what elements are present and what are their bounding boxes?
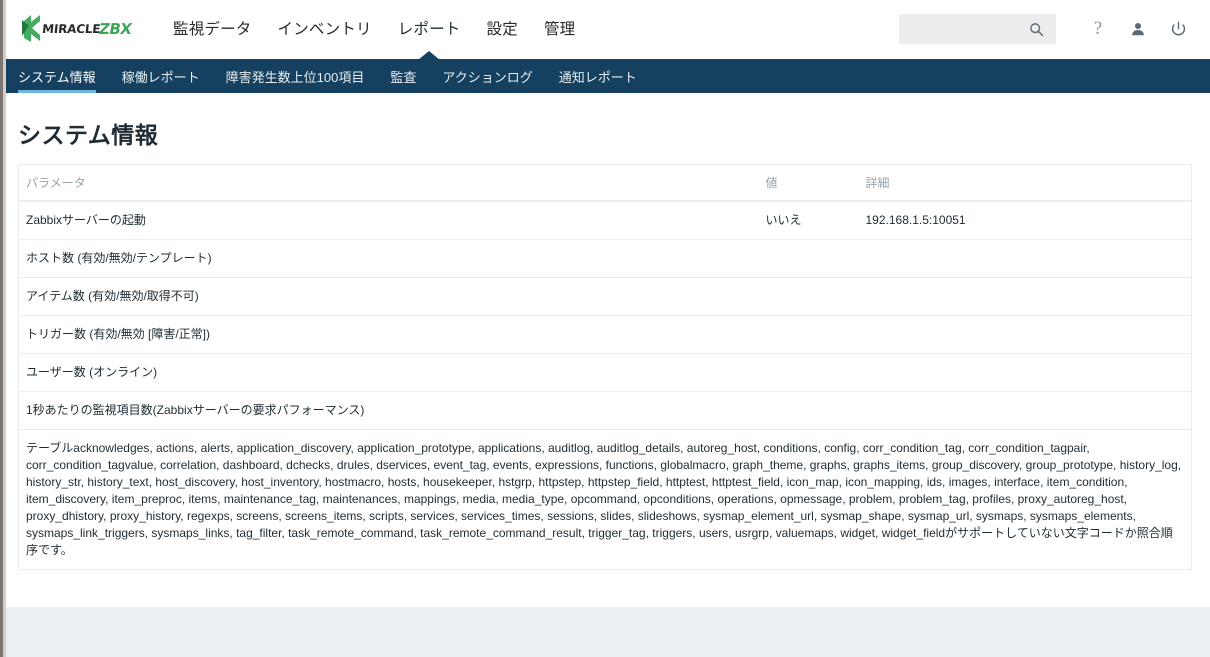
tab-label: 障害発生数上位100項目 xyxy=(226,67,365,86)
tab-notification-report[interactable]: 通知レポート xyxy=(546,59,650,93)
sub-navigation-tabs: システム情報 稼働レポート 障害発生数上位100項目 監査 アクションログ 通知… xyxy=(0,59,1210,93)
cell-detail: 192.168.1.5:10051 xyxy=(859,201,1192,240)
tab-label: アクションログ xyxy=(442,67,532,86)
table-row: 1秒あたりの監視項目数(Zabbixサーバーの要求パフォーマンス) xyxy=(19,392,1192,430)
mainnav-label: インベントリ xyxy=(278,21,372,38)
cell-parameter: ユーザー数 (オンライン) xyxy=(19,354,759,392)
logo-graphic: MIRACLE ZBX xyxy=(20,12,138,46)
cell-detail xyxy=(859,240,1192,278)
user-glyph xyxy=(1130,21,1146,37)
power-icon[interactable] xyxy=(1158,9,1198,49)
mainnav-item-inventory[interactable]: インベントリ xyxy=(265,0,385,59)
mainnav-item-configuration[interactable]: 設定 xyxy=(474,0,531,59)
column-header-parameter[interactable]: パラメータ xyxy=(19,165,759,202)
help-icon[interactable]: ? xyxy=(1078,9,1118,49)
miracle-zbx-logo[interactable]: MIRACLE ZBX xyxy=(20,12,138,46)
column-header-value[interactable]: 値 xyxy=(759,165,859,202)
user-icon[interactable] xyxy=(1118,9,1158,49)
mainnav-label: 監視データ xyxy=(173,21,252,38)
tab-system-information[interactable]: システム情報 xyxy=(18,59,109,93)
top-header-bar: MIRACLE ZBX 監視データ インベントリ レポート 設定 管理 xyxy=(0,0,1210,59)
global-search[interactable] xyxy=(899,14,1056,44)
mainnav-label: 設定 xyxy=(487,21,518,38)
tab-label: 通知レポート xyxy=(559,67,637,86)
cell-parameter: Zabbixサーバーの起動 xyxy=(19,201,759,240)
main-navigation: 監視データ インベントリ レポート 設定 管理 xyxy=(160,0,588,59)
table-row: Zabbixサーバーの起動 いいえ 192.168.1.5:10051 xyxy=(19,201,1192,240)
cell-value: いいえ xyxy=(759,201,859,240)
table-header-row: パラメータ 値 詳細 xyxy=(19,165,1192,202)
tab-label: 稼働レポート xyxy=(122,67,200,86)
cell-value xyxy=(759,354,859,392)
table-header: パラメータ 値 詳細 xyxy=(19,165,1192,202)
cell-value xyxy=(759,392,859,430)
database-encoding-error-message: テーブルacknowledges, actions, alerts, appli… xyxy=(19,430,1192,570)
cell-parameter: トリガー数 (有効/無効 [障害/正常]) xyxy=(19,316,759,354)
cell-detail xyxy=(859,354,1192,392)
mainnav-label: レポート xyxy=(398,21,461,38)
mainnav-item-reports[interactable]: レポート xyxy=(385,0,474,59)
page-bottom-background xyxy=(0,607,1210,657)
search-input[interactable] xyxy=(899,15,1023,43)
cell-parameter: 1秒あたりの監視項目数(Zabbixサーバーの要求パフォーマンス) xyxy=(19,392,759,430)
tab-audit[interactable]: 監査 xyxy=(377,59,429,93)
cell-detail xyxy=(859,316,1192,354)
tab-label: 監査 xyxy=(390,67,416,86)
main-content: システム情報 パラメータ 値 詳細 Zabbixサーバーの起動 いいえ 192.… xyxy=(0,93,1210,657)
search-glyph xyxy=(1029,22,1044,37)
search-icon[interactable] xyxy=(1023,22,1049,37)
table-row: ユーザー数 (オンライン) xyxy=(19,354,1192,392)
tab-action-log[interactable]: アクションログ xyxy=(429,59,545,93)
page-title: システム情報 xyxy=(18,93,1200,164)
tab-top-100-triggers[interactable]: 障害発生数上位100項目 xyxy=(213,59,378,93)
svg-text:MIRACLE: MIRACLE xyxy=(41,22,101,36)
cell-parameter: アイテム数 (有効/無効/取得不可) xyxy=(19,278,759,316)
tab-label: システム情報 xyxy=(18,67,96,86)
table-row: アイテム数 (有効/無効/取得不可) xyxy=(19,278,1192,316)
cell-parameter: ホスト数 (有効/無効/テンプレート) xyxy=(19,240,759,278)
table-body: Zabbixサーバーの起動 いいえ 192.168.1.5:10051 ホスト数… xyxy=(19,201,1192,570)
column-header-detail[interactable]: 詳細 xyxy=(859,165,1192,202)
page-left-edge-strip xyxy=(0,0,6,657)
mainnav-item-administration[interactable]: 管理 xyxy=(531,0,588,59)
cell-value xyxy=(759,278,859,316)
tab-availability-report[interactable]: 稼働レポート xyxy=(109,59,213,93)
page-left-edge-inner xyxy=(0,0,3,657)
system-information-table: パラメータ 値 詳細 Zabbixサーバーの起動 いいえ 192.168.1.5… xyxy=(18,164,1192,570)
table-row: トリガー数 (有効/無効 [障害/正常]) xyxy=(19,316,1192,354)
cell-value xyxy=(759,240,859,278)
power-glyph xyxy=(1170,21,1187,38)
table-row-error: テーブルacknowledges, actions, alerts, appli… xyxy=(19,430,1192,570)
table-row: ホスト数 (有効/無効/テンプレート) xyxy=(19,240,1192,278)
help-glyph: ? xyxy=(1094,18,1102,40)
cell-value xyxy=(759,316,859,354)
cell-detail xyxy=(859,278,1192,316)
cell-detail xyxy=(859,392,1192,430)
header-actions: ? xyxy=(899,9,1198,49)
mainnav-label: 管理 xyxy=(544,21,575,38)
svg-text:ZBX: ZBX xyxy=(97,20,133,38)
mainnav-item-monitoring[interactable]: 監視データ xyxy=(160,0,265,59)
